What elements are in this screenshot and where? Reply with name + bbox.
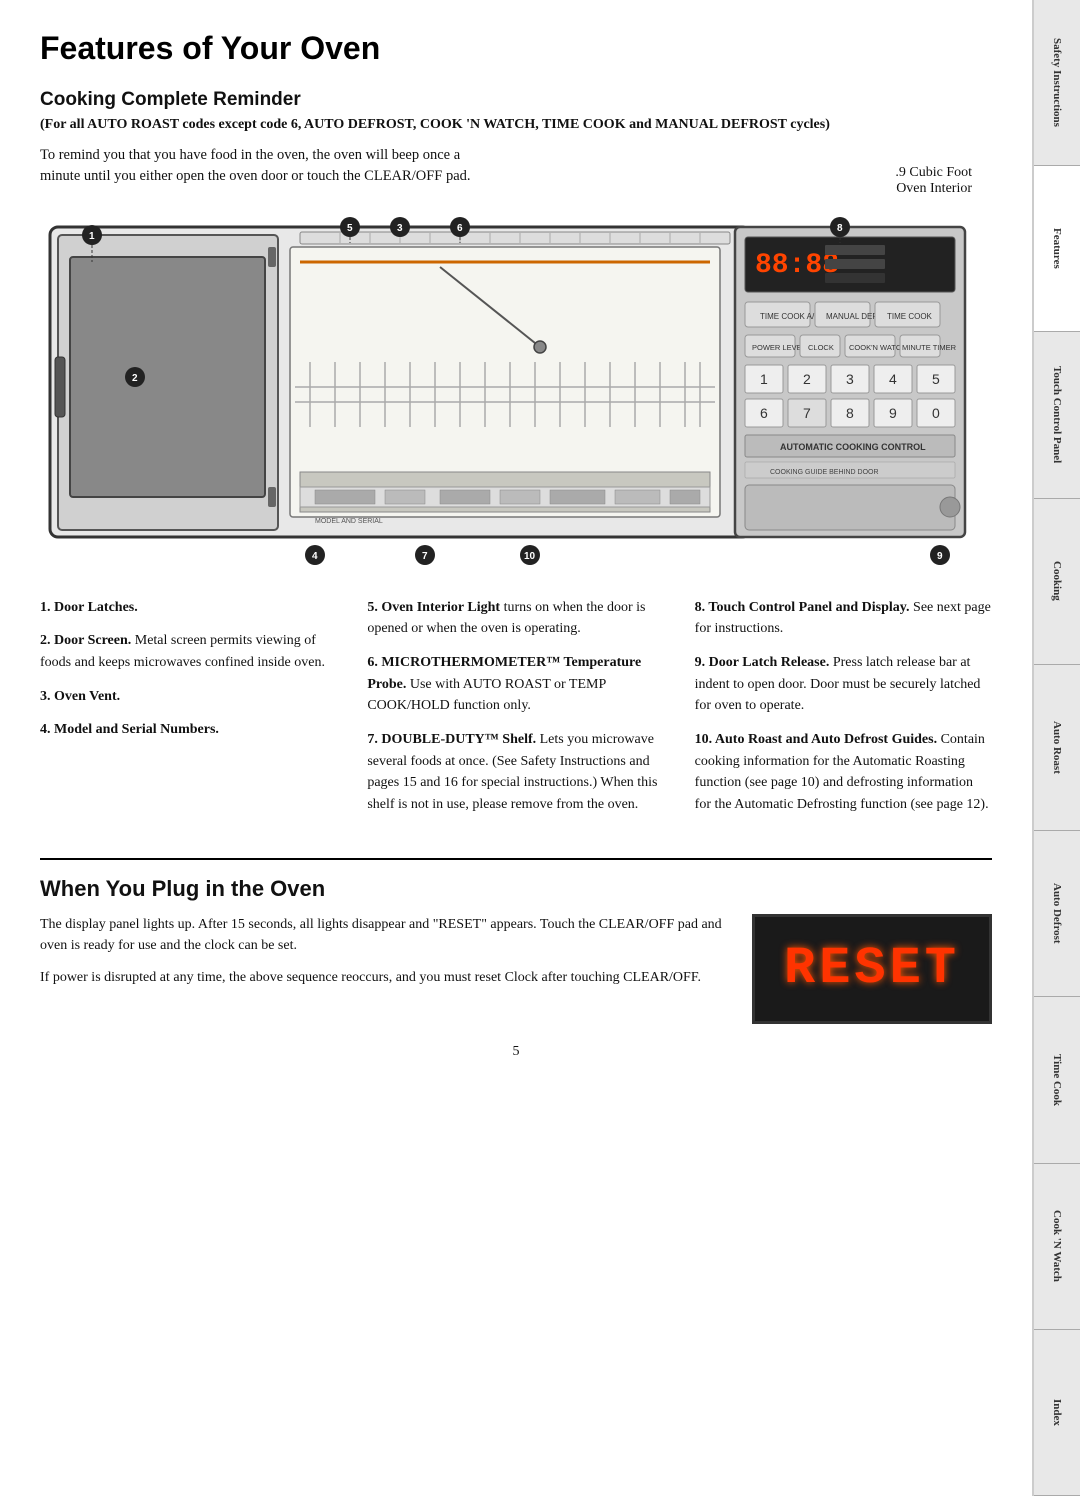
intro-text: To remind you that you have food in the …: [40, 145, 480, 189]
feature-1-label: 1. Door Latches.: [40, 600, 138, 615]
cooking-complete-heading: Cooking Complete Reminder: [40, 89, 992, 111]
cooking-complete-section: Cooking Complete Reminder (For all AUTO …: [40, 89, 992, 197]
svg-text:3: 3: [846, 371, 854, 387]
svg-text:3: 3: [397, 223, 403, 234]
oven-label: .9 Cubic Foot Oven Interior: [895, 145, 992, 197]
svg-text:TIME COOK A/B: TIME COOK A/B: [760, 312, 820, 321]
intro-row: To remind you that you have food in the …: [40, 145, 992, 197]
svg-text:1: 1: [760, 371, 768, 387]
feature-item-2: 2. Door Screen. Metal screen permits vie…: [40, 630, 337, 673]
feature-item-3: 3. Oven Vent.: [40, 686, 337, 708]
section-divider: [40, 858, 992, 860]
svg-text:4: 4: [889, 371, 897, 387]
oven-label-line2: Oven Interior: [896, 181, 972, 196]
svg-text:5: 5: [347, 223, 353, 234]
svg-text:TIME COOK: TIME COOK: [887, 312, 933, 321]
side-tab-auto-roast[interactable]: Auto Roast: [1034, 665, 1080, 831]
svg-text:CLOCK: CLOCK: [808, 343, 834, 352]
intro-left: To remind you that you have food in the …: [40, 145, 480, 197]
side-tab-touch-control[interactable]: Touch Control Panel: [1034, 332, 1080, 498]
side-tab-index[interactable]: Index: [1034, 1330, 1080, 1496]
feature-8-label: 8. Touch Control Panel and Display.: [695, 600, 910, 615]
feature-7-label: 7. DOUBLE-DUTY™ Shelf.: [367, 732, 536, 747]
svg-text:9: 9: [937, 551, 943, 562]
page-title: Features of Your Oven: [40, 30, 992, 67]
svg-text:7: 7: [422, 551, 428, 562]
side-tab-safety[interactable]: Safety Instructions: [1034, 0, 1080, 166]
svg-text:9: 9: [889, 405, 897, 421]
oven-diagram: 88:88 TIME COOK A/B MANUAL DEFROST TIME …: [40, 207, 992, 577]
oven-svg: 88:88 TIME COOK A/B MANUAL DEFROST TIME …: [40, 207, 1020, 577]
svg-text:5: 5: [932, 371, 940, 387]
feature-col-3: 8. Touch Control Panel and Display. See …: [695, 597, 992, 828]
svg-text:8: 8: [846, 405, 854, 421]
svg-text:POWER LEVEL: POWER LEVEL: [752, 343, 806, 352]
side-tab-cook-n-watch[interactable]: Cook 'N Watch: [1034, 1164, 1080, 1330]
feature-2-label: 2. Door Screen.: [40, 633, 131, 648]
svg-text:COOK'N WATCH: COOK'N WATCH: [849, 343, 907, 352]
svg-text:7: 7: [803, 405, 811, 421]
svg-text:0: 0: [932, 405, 940, 421]
cooking-complete-subheading: (For all AUTO ROAST codes except code 6,…: [40, 115, 992, 135]
side-tab-time-cook[interactable]: Time Cook: [1034, 997, 1080, 1163]
side-tab-auto-defrost[interactable]: Auto Defrost: [1034, 831, 1080, 997]
page-number: 5: [40, 1044, 992, 1060]
svg-text:6: 6: [760, 405, 768, 421]
side-tabs: Safety Instructions Features Touch Contr…: [1032, 0, 1080, 1496]
side-tab-features[interactable]: Features: [1034, 166, 1080, 332]
feature-col-2: 5. Oven Interior Light turns on when the…: [367, 597, 664, 828]
plug-para-1: The display panel lights up. After 15 se…: [40, 914, 722, 957]
svg-text:MODEL AND SERIAL: MODEL AND SERIAL: [315, 518, 383, 525]
feature-3-label: 3. Oven Vent.: [40, 689, 120, 704]
plug-text: The display panel lights up. After 15 se…: [40, 914, 722, 999]
feature-item-1: 1. Door Latches.: [40, 597, 337, 619]
feature-item-10: 10. Auto Roast and Auto Defrost Guides. …: [695, 729, 992, 816]
side-tab-cooking[interactable]: Cooking: [1034, 499, 1080, 665]
plug-section: When You Plug in the Oven The display pa…: [40, 876, 992, 1024]
feature-10-label: 10. Auto Roast and Auto Defrost Guides.: [695, 732, 937, 747]
svg-text:2: 2: [803, 371, 811, 387]
svg-text:10: 10: [524, 551, 536, 562]
feature-col-1: 1. Door Latches. 2. Door Screen. Metal s…: [40, 597, 337, 828]
plug-section-content: The display panel lights up. After 15 se…: [40, 914, 992, 1024]
plug-display: RESET: [752, 914, 992, 1024]
feature-4-label: 4. Model and Serial Numbers.: [40, 722, 219, 737]
features-grid: 1. Door Latches. 2. Door Screen. Metal s…: [40, 597, 992, 828]
svg-text:6: 6: [457, 223, 463, 234]
svg-text:2: 2: [132, 373, 138, 384]
feature-item-4: 4. Model and Serial Numbers.: [40, 719, 337, 741]
plug-para-2: If power is disrupted at any time, the a…: [40, 967, 722, 989]
svg-text:MINUTE TIMER: MINUTE TIMER: [902, 343, 957, 352]
feature-item-8: 8. Touch Control Panel and Display. See …: [695, 597, 992, 640]
svg-text:1: 1: [89, 231, 95, 242]
svg-text:COOKING GUIDE BEHIND DOOR: COOKING GUIDE BEHIND DOOR: [770, 469, 879, 476]
feature-9-label: 9. Door Latch Release.: [695, 655, 830, 670]
svg-text:8: 8: [837, 223, 843, 234]
feature-item-9: 9. Door Latch Release. Press latch relea…: [695, 652, 992, 717]
plug-section-heading: When You Plug in the Oven: [40, 876, 992, 902]
feature-item-5: 5. Oven Interior Light turns on when the…: [367, 597, 664, 640]
feature-item-6: 6. MICROTHERMOMETER™ Temperature Probe. …: [367, 652, 664, 717]
feature-5-label: 5. Oven Interior Light: [367, 600, 500, 615]
svg-text:AUTOMATIC COOKING CONTROL: AUTOMATIC COOKING CONTROL: [780, 442, 926, 452]
feature-item-7: 7. DOUBLE-DUTY™ Shelf. Lets you microwav…: [367, 729, 664, 816]
reset-display-text: RESET: [784, 939, 960, 998]
svg-text:4: 4: [312, 551, 318, 562]
oven-label-line1: .9 Cubic Foot: [895, 165, 972, 180]
